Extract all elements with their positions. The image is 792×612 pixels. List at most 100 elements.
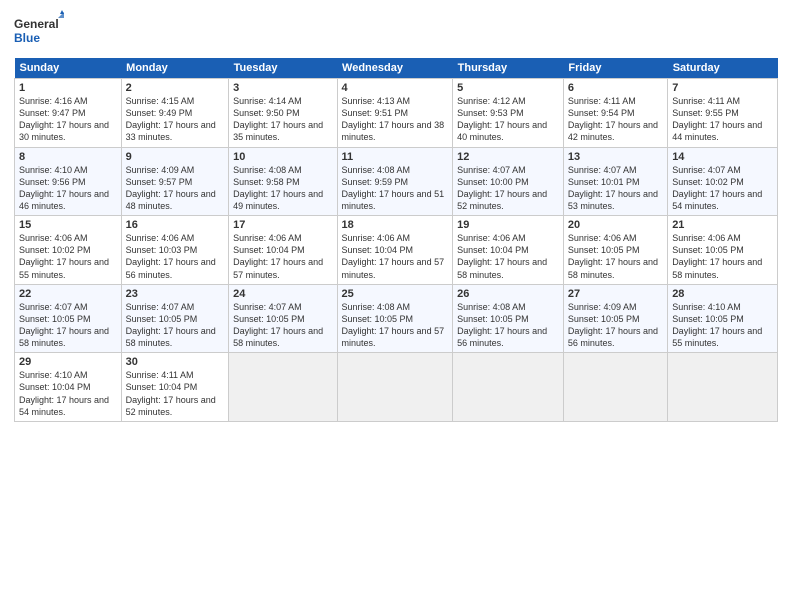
calendar-day: 4 Sunrise: 4:13 AMSunset: 9:51 PMDayligh…: [337, 79, 453, 148]
calendar-day: 15 Sunrise: 4:06 AMSunset: 10:02 PMDayli…: [15, 216, 122, 285]
column-header-sunday: Sunday: [15, 58, 122, 79]
calendar-day: 16 Sunrise: 4:06 AMSunset: 10:03 PMDayli…: [121, 216, 228, 285]
calendar-day: 8 Sunrise: 4:10 AMSunset: 9:56 PMDayligh…: [15, 147, 122, 216]
day-number: 6: [568, 82, 663, 94]
day-number: 28: [672, 288, 773, 300]
day-info: Sunrise: 4:07 AMSunset: 10:00 PMDaylight…: [457, 165, 547, 211]
day-number: 4: [342, 82, 449, 94]
day-info: Sunrise: 4:07 AMSunset: 10:05 PMDaylight…: [19, 302, 109, 348]
day-number: 16: [126, 219, 224, 231]
day-number: 26: [457, 288, 559, 300]
day-number: 13: [568, 151, 663, 163]
day-number: 19: [457, 219, 559, 231]
day-info: Sunrise: 4:08 AMSunset: 9:58 PMDaylight:…: [233, 165, 323, 211]
calendar-day: 7 Sunrise: 4:11 AMSunset: 9:55 PMDayligh…: [668, 79, 778, 148]
column-header-tuesday: Tuesday: [229, 58, 337, 79]
calendar-day: 25 Sunrise: 4:08 AMSunset: 10:05 PMDayli…: [337, 284, 453, 353]
day-number: 15: [19, 219, 117, 231]
calendar-day: 11 Sunrise: 4:08 AMSunset: 9:59 PMDaylig…: [337, 147, 453, 216]
day-info: Sunrise: 4:07 AMSunset: 10:05 PMDaylight…: [126, 302, 216, 348]
day-number: 9: [126, 151, 224, 163]
day-info: Sunrise: 4:13 AMSunset: 9:51 PMDaylight:…: [342, 96, 445, 142]
calendar-day: 22 Sunrise: 4:07 AMSunset: 10:05 PMDayli…: [15, 284, 122, 353]
column-header-wednesday: Wednesday: [337, 58, 453, 79]
day-number: 18: [342, 219, 449, 231]
day-number: 20: [568, 219, 663, 231]
day-info: Sunrise: 4:07 AMSunset: 10:05 PMDaylight…: [233, 302, 323, 348]
calendar-day: 12 Sunrise: 4:07 AMSunset: 10:00 PMDayli…: [453, 147, 564, 216]
empty-cell: [337, 353, 453, 422]
day-number: 29: [19, 356, 117, 368]
empty-cell: [453, 353, 564, 422]
empty-cell: [668, 353, 778, 422]
day-number: 7: [672, 82, 773, 94]
calendar-week-row: 8 Sunrise: 4:10 AMSunset: 9:56 PMDayligh…: [15, 147, 778, 216]
calendar-day: 30 Sunrise: 4:11 AMSunset: 10:04 PMDayli…: [121, 353, 228, 422]
logo-svg: General Blue: [14, 10, 64, 50]
day-info: Sunrise: 4:06 AMSunset: 10:04 PMDaylight…: [342, 233, 445, 279]
day-info: Sunrise: 4:08 AMSunset: 10:05 PMDaylight…: [457, 302, 547, 348]
day-number: 21: [672, 219, 773, 231]
calendar-day: 19 Sunrise: 4:06 AMSunset: 10:04 PMDayli…: [453, 216, 564, 285]
svg-text:General: General: [14, 17, 59, 31]
calendar-day: 5 Sunrise: 4:12 AMSunset: 9:53 PMDayligh…: [453, 79, 564, 148]
calendar-day: 3 Sunrise: 4:14 AMSunset: 9:50 PMDayligh…: [229, 79, 337, 148]
day-number: 2: [126, 82, 224, 94]
empty-cell: [229, 353, 337, 422]
day-info: Sunrise: 4:08 AMSunset: 10:05 PMDaylight…: [342, 302, 445, 348]
day-number: 17: [233, 219, 332, 231]
calendar-day: 24 Sunrise: 4:07 AMSunset: 10:05 PMDayli…: [229, 284, 337, 353]
day-info: Sunrise: 4:10 AMSunset: 10:04 PMDaylight…: [19, 370, 109, 416]
day-number: 10: [233, 151, 332, 163]
column-header-friday: Friday: [563, 58, 667, 79]
day-info: Sunrise: 4:11 AMSunset: 9:55 PMDaylight:…: [672, 96, 762, 142]
day-number: 22: [19, 288, 117, 300]
day-number: 1: [19, 82, 117, 94]
day-number: 14: [672, 151, 773, 163]
column-header-monday: Monday: [121, 58, 228, 79]
day-info: Sunrise: 4:09 AMSunset: 10:05 PMDaylight…: [568, 302, 658, 348]
empty-cell: [563, 353, 667, 422]
calendar-week-row: 15 Sunrise: 4:06 AMSunset: 10:02 PMDayli…: [15, 216, 778, 285]
day-info: Sunrise: 4:06 AMSunset: 10:05 PMDaylight…: [672, 233, 762, 279]
day-info: Sunrise: 4:07 AMSunset: 10:01 PMDaylight…: [568, 165, 658, 211]
day-info: Sunrise: 4:11 AMSunset: 10:04 PMDaylight…: [126, 370, 216, 416]
calendar-day: 29 Sunrise: 4:10 AMSunset: 10:04 PMDayli…: [15, 353, 122, 422]
day-info: Sunrise: 4:07 AMSunset: 10:02 PMDaylight…: [672, 165, 762, 211]
calendar-day: 20 Sunrise: 4:06 AMSunset: 10:05 PMDayli…: [563, 216, 667, 285]
day-info: Sunrise: 4:08 AMSunset: 9:59 PMDaylight:…: [342, 165, 445, 211]
page-header: General Blue: [14, 10, 778, 50]
day-info: Sunrise: 4:10 AMSunset: 10:05 PMDaylight…: [672, 302, 762, 348]
day-number: 30: [126, 356, 224, 368]
day-info: Sunrise: 4:06 AMSunset: 10:03 PMDaylight…: [126, 233, 216, 279]
day-info: Sunrise: 4:11 AMSunset: 9:54 PMDaylight:…: [568, 96, 658, 142]
calendar-day: 1 Sunrise: 4:16 AMSunset: 9:47 PMDayligh…: [15, 79, 122, 148]
calendar-day: 23 Sunrise: 4:07 AMSunset: 10:05 PMDayli…: [121, 284, 228, 353]
day-info: Sunrise: 4:06 AMSunset: 10:02 PMDaylight…: [19, 233, 109, 279]
calendar-day: 27 Sunrise: 4:09 AMSunset: 10:05 PMDayli…: [563, 284, 667, 353]
day-number: 5: [457, 82, 559, 94]
day-info: Sunrise: 4:06 AMSunset: 10:04 PMDaylight…: [457, 233, 547, 279]
calendar-day: 18 Sunrise: 4:06 AMSunset: 10:04 PMDayli…: [337, 216, 453, 285]
column-header-saturday: Saturday: [668, 58, 778, 79]
logo: General Blue: [14, 10, 64, 50]
calendar-day: 10 Sunrise: 4:08 AMSunset: 9:58 PMDaylig…: [229, 147, 337, 216]
day-info: Sunrise: 4:10 AMSunset: 9:56 PMDaylight:…: [19, 165, 109, 211]
calendar-day: 6 Sunrise: 4:11 AMSunset: 9:54 PMDayligh…: [563, 79, 667, 148]
column-header-thursday: Thursday: [453, 58, 564, 79]
calendar-week-row: 1 Sunrise: 4:16 AMSunset: 9:47 PMDayligh…: [15, 79, 778, 148]
calendar-day: 2 Sunrise: 4:15 AMSunset: 9:49 PMDayligh…: [121, 79, 228, 148]
day-info: Sunrise: 4:06 AMSunset: 10:04 PMDaylight…: [233, 233, 323, 279]
day-info: Sunrise: 4:14 AMSunset: 9:50 PMDaylight:…: [233, 96, 323, 142]
calendar-day: 28 Sunrise: 4:10 AMSunset: 10:05 PMDayli…: [668, 284, 778, 353]
day-info: Sunrise: 4:16 AMSunset: 9:47 PMDaylight:…: [19, 96, 109, 142]
day-info: Sunrise: 4:15 AMSunset: 9:49 PMDaylight:…: [126, 96, 216, 142]
calendar-week-row: 29 Sunrise: 4:10 AMSunset: 10:04 PMDayli…: [15, 353, 778, 422]
day-number: 3: [233, 82, 332, 94]
calendar-table: SundayMondayTuesdayWednesdayThursdayFrid…: [14, 58, 778, 422]
day-number: 27: [568, 288, 663, 300]
day-number: 8: [19, 151, 117, 163]
calendar-day: 13 Sunrise: 4:07 AMSunset: 10:01 PMDayli…: [563, 147, 667, 216]
day-info: Sunrise: 4:12 AMSunset: 9:53 PMDaylight:…: [457, 96, 547, 142]
day-number: 23: [126, 288, 224, 300]
